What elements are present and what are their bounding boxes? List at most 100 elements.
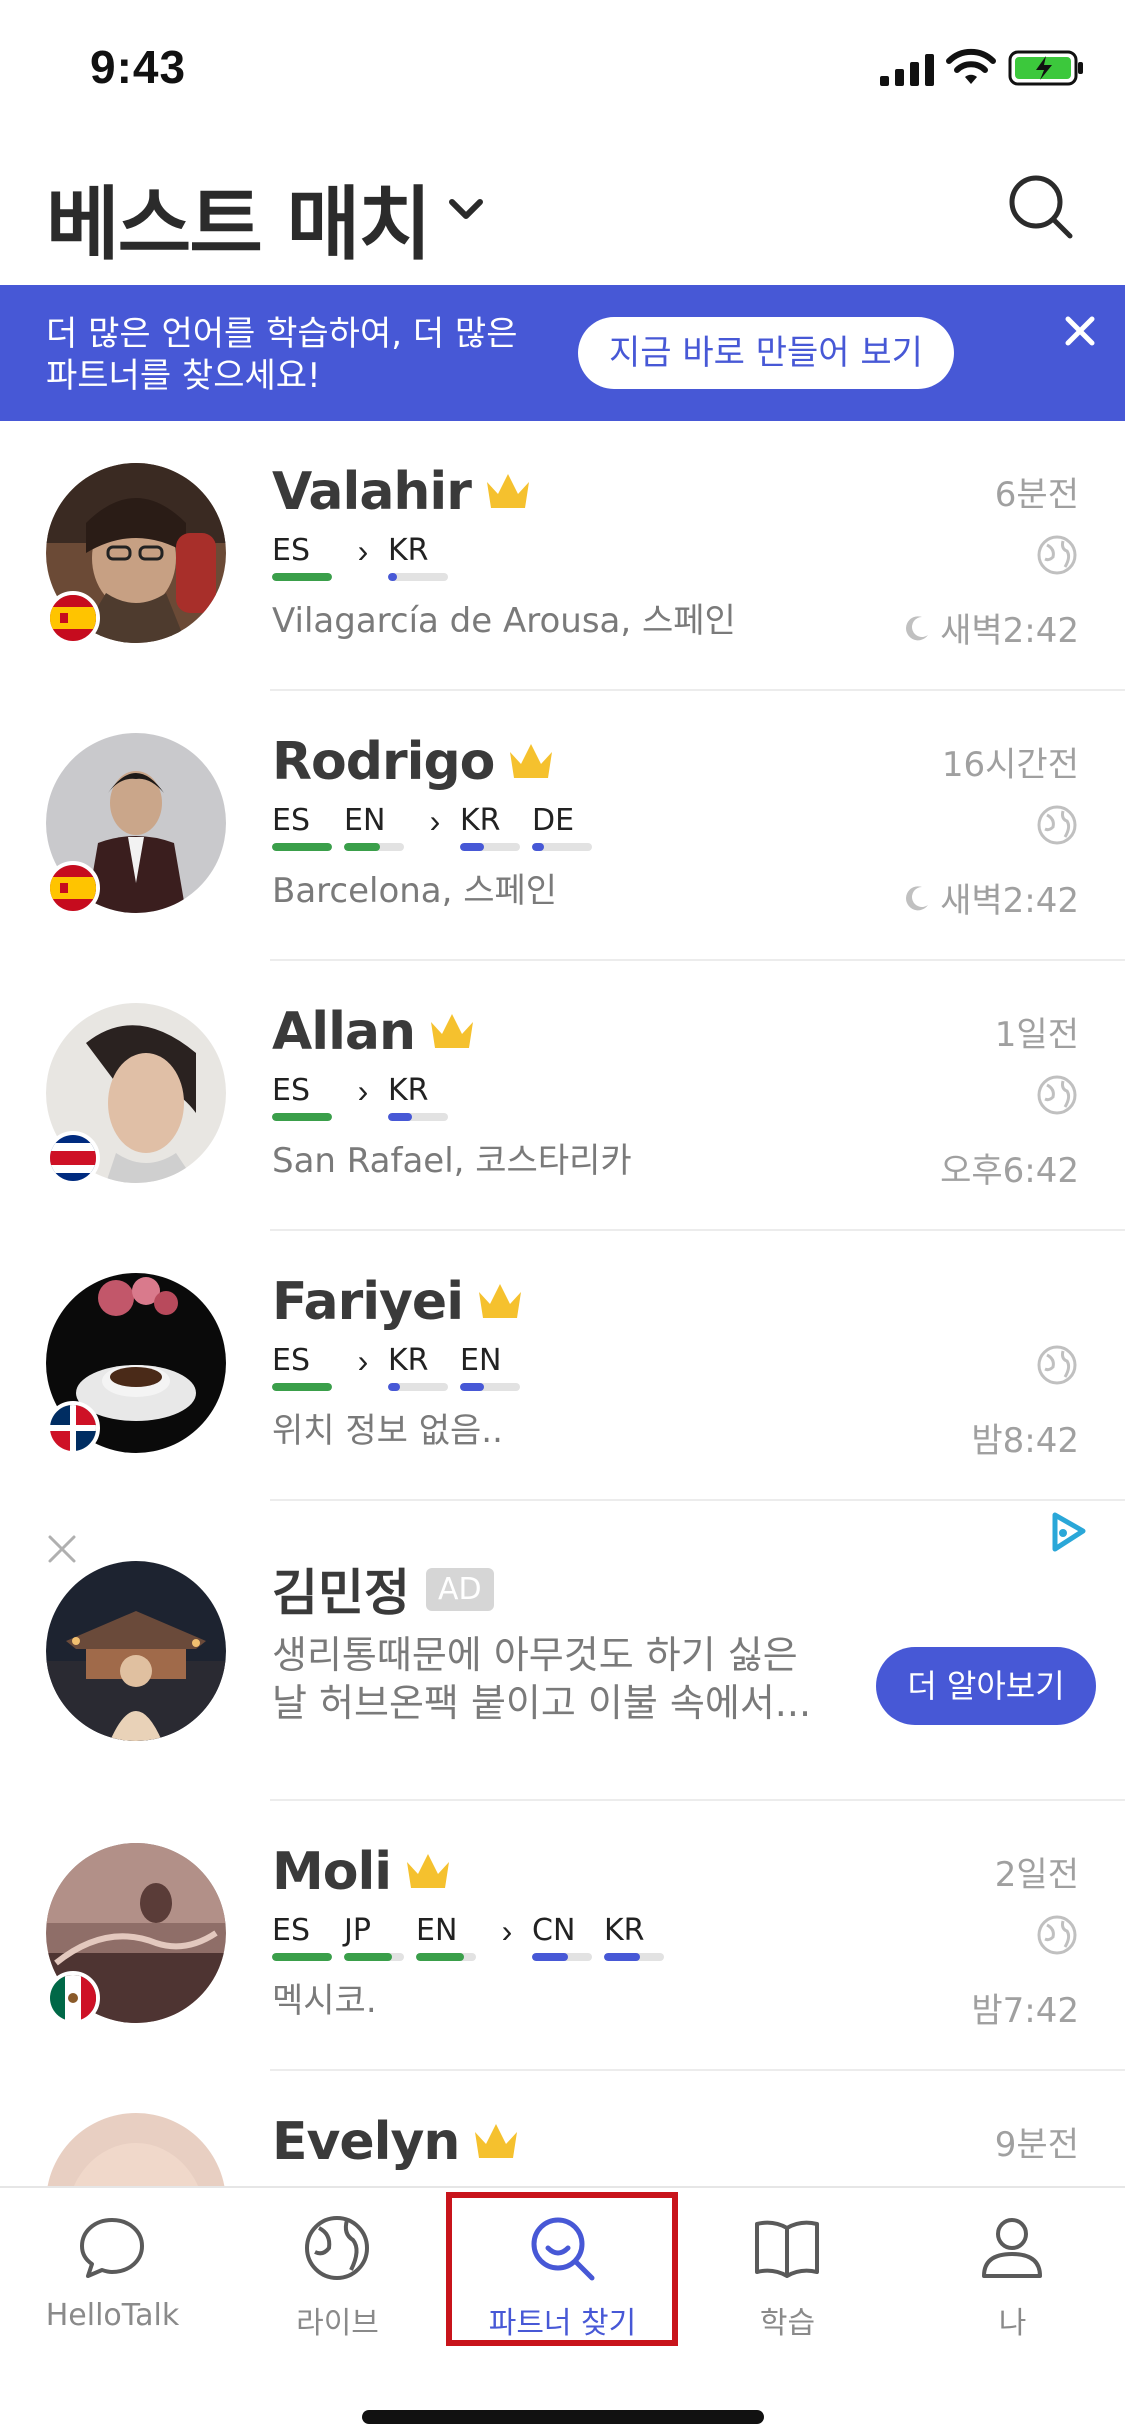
language-level-bar bbox=[416, 1953, 476, 1961]
highlight-box bbox=[446, 2192, 678, 2346]
person-icon bbox=[982, 2218, 1042, 2278]
local-time-value: 밤8:42 bbox=[971, 1421, 1079, 1461]
local-time-value: 오후6:42 bbox=[940, 1151, 1079, 1191]
language-code: ES bbox=[272, 533, 310, 568]
banner-text-line: 더 많은 언어를 학습하여, 더 많은 bbox=[46, 314, 518, 354]
partner-row[interactable]: Evelyn 9분전 bbox=[0, 2071, 1125, 2186]
crown-icon bbox=[431, 1014, 474, 1048]
location: Barcelona, 스페인 bbox=[272, 871, 558, 911]
native-language: EN bbox=[416, 1913, 476, 1961]
home-indicator[interactable] bbox=[362, 2410, 764, 2424]
language-level-bar bbox=[272, 843, 332, 851]
language-level-bar bbox=[272, 1113, 332, 1121]
globe-icon bbox=[305, 2216, 369, 2280]
partner-row[interactable]: Valahir ES › KR Vilagarcía de Arousa, 스페… bbox=[0, 421, 1125, 691]
battery-charging-icon bbox=[1008, 50, 1083, 86]
language-code: ES bbox=[272, 1073, 310, 1108]
language-code: ES bbox=[272, 803, 310, 838]
last-active: 6분전 bbox=[994, 475, 1079, 515]
partner-row[interactable]: Moli ES JP EN › CN KR 멕시코. 2일전 밤7:42 bbox=[0, 1801, 1125, 2071]
local-time: 오후6:42 bbox=[940, 1143, 1079, 1192]
flag-costa-rica-icon bbox=[46, 1131, 100, 1185]
tab-live[interactable]: 라이브 bbox=[225, 2188, 450, 2348]
close-icon[interactable] bbox=[1060, 311, 1100, 351]
tab-bar: HelloTalk 라이브 파트너 찾기 학습 나 bbox=[0, 2186, 1125, 2436]
banner-text: 더 많은 언어를 학습하여, 더 많은 파트너를 찾으세요! bbox=[46, 313, 566, 397]
globe-icon bbox=[1037, 1345, 1077, 1385]
status-bar: 9:43 bbox=[0, 0, 1125, 140]
location: Vilagarcía de Arousa, 스페인 bbox=[272, 601, 736, 641]
globe-icon bbox=[1037, 1075, 1077, 1115]
language-code: KR bbox=[388, 1343, 429, 1378]
page-title[interactable]: 베스트 매치 bbox=[46, 160, 432, 276]
avatar[interactable] bbox=[46, 2113, 226, 2186]
user-name: Fariyei bbox=[272, 1272, 464, 1332]
name-line: Allan bbox=[272, 997, 477, 1067]
location: 멕시코. bbox=[272, 1981, 377, 2021]
tab-me[interactable]: 나 bbox=[900, 2188, 1125, 2348]
chat-bubble-icon bbox=[80, 2218, 144, 2278]
globe-icon bbox=[1037, 535, 1077, 575]
learn-more-button[interactable]: 더 알아보기 bbox=[876, 1647, 1096, 1725]
language-list: ES › KR bbox=[272, 1073, 460, 1123]
cellular-signal-icon bbox=[880, 54, 934, 86]
last-active: 1일전 bbox=[994, 1015, 1079, 1055]
language-code: EN bbox=[416, 1913, 458, 1948]
crown-icon bbox=[510, 744, 553, 778]
user-name: Rodrigo bbox=[272, 732, 495, 792]
language-list: ES › KR bbox=[272, 533, 460, 583]
wifi-icon bbox=[946, 48, 996, 84]
ad-avatar[interactable] bbox=[46, 1561, 226, 1741]
user-name: Moli bbox=[272, 1842, 392, 1902]
last-active: 2일전 bbox=[994, 1855, 1079, 1895]
location: 위치 정보 없음.. bbox=[272, 1411, 503, 1451]
language-level-bar bbox=[344, 843, 404, 851]
learning-language: KR bbox=[388, 1343, 448, 1391]
promo-banner: 더 많은 언어를 학습하여, 더 많은 파트너를 찾으세요! 지금 바로 만들어… bbox=[0, 285, 1125, 421]
crown-icon bbox=[486, 474, 529, 508]
ad-choices-icon[interactable] bbox=[1047, 1511, 1089, 1553]
language-level-bar bbox=[604, 1953, 664, 1961]
banner-text-line: 파트너를 찾으세요! bbox=[46, 356, 321, 396]
learning-language: DE bbox=[532, 803, 592, 851]
tab-label: 학습 bbox=[759, 2306, 816, 2341]
partner-row[interactable]: Rodrigo ES EN › KR DE Barcelona, 스페인 16시… bbox=[0, 691, 1125, 961]
ad-row[interactable]: 김민정 AD 생리통때문에 아무것도 하기 싫은 날 허브온팩 붙이고 이불 속… bbox=[0, 1501, 1125, 1801]
user-name: Evelyn bbox=[272, 2112, 460, 2172]
search-icon[interactable] bbox=[1004, 170, 1076, 242]
language-code: KR bbox=[388, 1073, 429, 1108]
chevron-right-icon: › bbox=[357, 533, 369, 569]
flag-spain-icon bbox=[46, 861, 100, 915]
language-level-bar bbox=[344, 1953, 404, 1961]
language-code: EN bbox=[460, 1343, 502, 1378]
native-language: JP bbox=[344, 1913, 404, 1961]
language-code: KR bbox=[460, 803, 501, 838]
learning-language: KR bbox=[388, 533, 448, 581]
tab-learn[interactable]: 학습 bbox=[675, 2188, 900, 2348]
chevron-down-icon[interactable] bbox=[444, 188, 488, 232]
native-language: ES bbox=[272, 533, 332, 581]
create-now-button[interactable]: 지금 바로 만들어 보기 bbox=[578, 317, 954, 389]
name-line: Moli bbox=[272, 1837, 453, 1907]
partner-list[interactable]: Valahir ES › KR Vilagarcía de Arousa, 스페… bbox=[0, 421, 1125, 2186]
language-code: EN bbox=[344, 803, 386, 838]
language-list: ES JP EN › CN KR bbox=[272, 1913, 676, 1963]
status-time: 9:43 bbox=[90, 41, 187, 93]
language-code: ES bbox=[272, 1343, 310, 1378]
moon-icon bbox=[906, 885, 929, 910]
tab-label: HelloTalk bbox=[45, 2298, 180, 2333]
native-language: EN bbox=[344, 803, 404, 851]
native-language: ES bbox=[272, 1073, 332, 1121]
native-language: ES bbox=[272, 1913, 332, 1961]
partner-row[interactable]: Fariyei ES › KR EN 위치 정보 없음.. 밤8:42 bbox=[0, 1231, 1125, 1501]
tab-hellotalk[interactable]: HelloTalk bbox=[0, 2188, 225, 2348]
local-time: 밤7:42 bbox=[971, 1983, 1079, 2032]
close-icon[interactable] bbox=[44, 1531, 80, 1567]
local-time-value: 밤7:42 bbox=[971, 1991, 1079, 2031]
tab-label: 나 bbox=[998, 2306, 1027, 2341]
partner-row[interactable]: Allan ES › KR San Rafael, 코스타리카 1일전 오후6:… bbox=[0, 961, 1125, 1231]
language-list: ES EN › KR DE bbox=[272, 803, 604, 853]
local-time: 밤8:42 bbox=[971, 1413, 1079, 1462]
learning-language: EN bbox=[460, 1343, 520, 1391]
name-line: Fariyei bbox=[272, 1267, 525, 1337]
